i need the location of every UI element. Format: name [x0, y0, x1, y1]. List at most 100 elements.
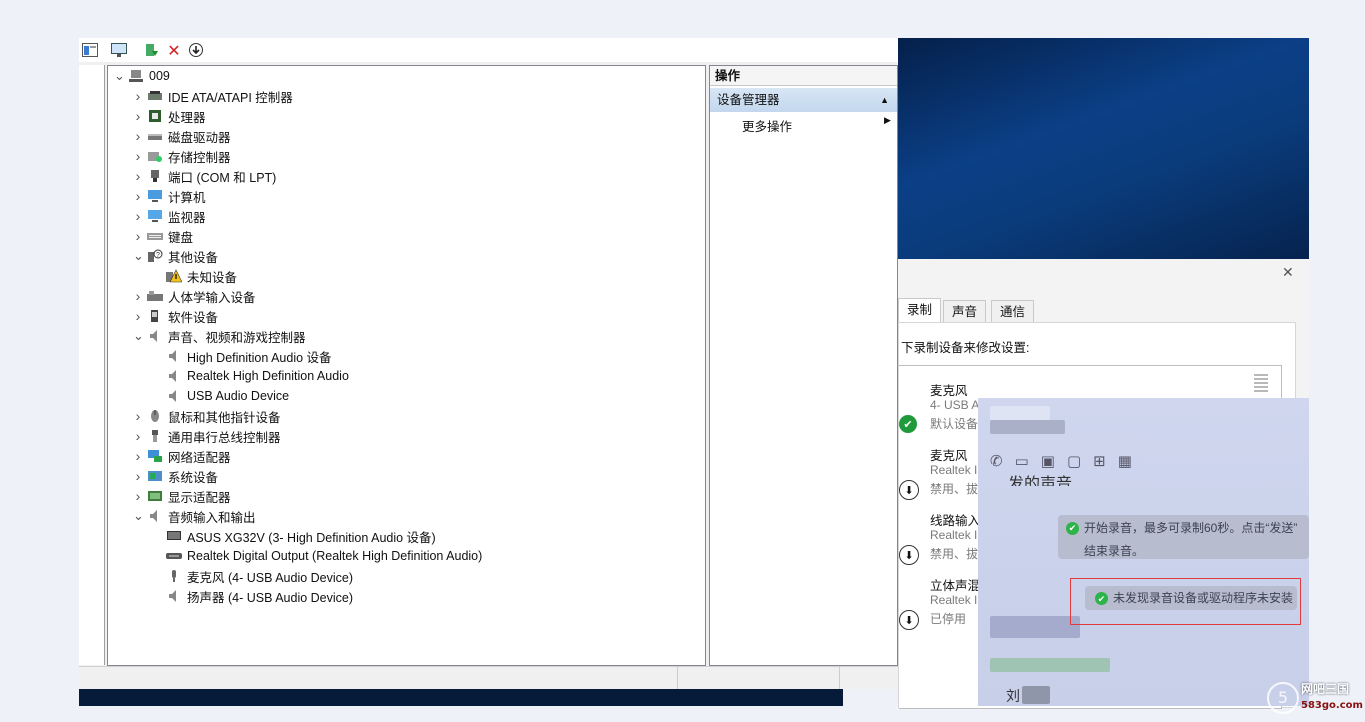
tree-item-label: Realtek Digital Output (Realtek High Def… [187, 549, 483, 563]
desktop-background [898, 38, 1309, 260]
tree-item-label: 麦克风 (4- USB Audio Device) [187, 570, 354, 585]
watermark-logo: 5 [1267, 682, 1299, 714]
tree-item[interactable]: 麦克风 (4- USB Audio Device) [152, 566, 353, 586]
chevron-down-icon[interactable]: ⌄ [133, 249, 144, 262]
chevron-right-icon[interactable]: › [133, 468, 143, 484]
tree-item-label: 磁盘驱动器 [168, 130, 231, 145]
device-name: 麦克风 [930, 384, 968, 398]
submenu-arrow-icon: ▶ [884, 116, 891, 126]
chevron-down-icon[interactable]: ⌄ [133, 329, 144, 342]
chevron-right-icon[interactable]: › [133, 168, 143, 184]
device-status: 默认设备 [930, 417, 979, 431]
tree-item[interactable]: ⌄ 009 [114, 66, 170, 86]
tree-item[interactable]: › 处理器 [133, 106, 206, 126]
tree-item[interactable]: › 键盘 [133, 226, 193, 246]
tab-communications[interactable]: 通信 [991, 300, 1035, 323]
tree-item[interactable]: › 软件设备 [133, 306, 218, 326]
tree-item[interactable]: ⌄ 音频输入和输出 [133, 506, 256, 526]
tree-item[interactable]: › 通用串行总线控制器 [133, 426, 281, 446]
tab-sounds[interactable]: 声音 [943, 300, 987, 323]
chevron-right-icon[interactable]: › [133, 308, 143, 324]
chevron-right-icon[interactable]: › [133, 408, 143, 424]
tree-item[interactable]: › 存储控制器 [133, 146, 231, 166]
device-status: 禁用、拔 [930, 482, 979, 496]
chevron-right-icon[interactable]: › [133, 128, 143, 144]
tree-item-label: USB Audio Device [187, 389, 290, 403]
uninstall-icon[interactable]: ✕ [165, 41, 183, 60]
chevron-right-icon[interactable]: › [133, 208, 143, 224]
blurred-contact [990, 616, 1080, 638]
chevron-down-icon[interactable]: ⌄ [133, 509, 144, 522]
device-name: 立体声混 [930, 579, 981, 593]
tree-item-label: IDE ATA/ATAPI 控制器 [168, 90, 293, 105]
tree-item[interactable]: › IDE ATA/ATAPI 控制器 [133, 86, 293, 106]
tree-item-label: 鼠标和其他指针设备 [168, 410, 281, 425]
tree-item[interactable]: › 网络适配器 [133, 446, 231, 466]
actions-more-label: 更多操作 [742, 120, 793, 134]
actions-device-manager[interactable]: 设备管理器 ▲ [710, 88, 897, 112]
tree-item[interactable]: 未知设备 [152, 266, 237, 286]
chevron-right-icon[interactable]: › [133, 288, 143, 304]
chevron-right-icon[interactable]: › [133, 188, 143, 204]
speaker-icon [166, 349, 182, 363]
actions-more[interactable]: 更多操作 [742, 116, 792, 135]
tree-item[interactable]: USB Audio Device [152, 386, 289, 406]
mouse-icon [147, 409, 163, 423]
tree-item[interactable]: › 端口 (COM 和 LPT) [133, 166, 277, 186]
close-icon[interactable]: ✕ [1282, 265, 1294, 281]
tree-item[interactable]: High Definition Audio 设备 [152, 346, 332, 366]
chevron-right-icon[interactable]: › [133, 448, 143, 464]
tree-item[interactable]: Realtek High Definition Audio [152, 366, 349, 386]
device-manager-window: ✕ ⌄ 009 › IDE ATA/ATAPI 控制器 › 处理器 › 磁盘驱动器 › 存储控制器… [79, 38, 898, 689]
tree-item[interactable]: › 监视器 [133, 206, 206, 226]
disable-icon[interactable] [187, 41, 205, 59]
tree-item[interactable]: › 人体学输入设备 [133, 286, 256, 306]
left-pane [79, 65, 105, 665]
tab-recording[interactable]: 录制 [898, 298, 942, 323]
system-icon [147, 469, 163, 483]
tree-item-label: 声音、视频和游戏控制器 [168, 330, 306, 345]
tree-item[interactable]: › 鼠标和其他指针设备 [133, 406, 281, 426]
tree-item[interactable]: › 系统设备 [133, 466, 218, 486]
svg-text:?: ? [156, 252, 160, 259]
chevron-right-icon[interactable]: › [133, 88, 143, 104]
status-bar [79, 666, 898, 689]
message-line2: 结束录音。 [1084, 544, 1145, 558]
tree-item[interactable]: Realtek Digital Output (Realtek High Def… [152, 546, 482, 566]
watermark-line1: 网吧三国 [1301, 682, 1350, 696]
console-tree-icon[interactable] [81, 41, 99, 59]
update-driver-icon[interactable] [142, 41, 160, 59]
chevron-down-icon[interactable]: ⌄ [114, 69, 125, 82]
tree-item[interactable]: ASUS XG32V (3- High Definition Audio 设备) [152, 526, 436, 546]
tree-item[interactable]: ⌄? 其他设备 [133, 246, 218, 266]
tree-item-label: 人体学输入设备 [168, 290, 256, 305]
blurred-avatar [990, 406, 1050, 420]
chevron-right-icon[interactable]: › [133, 148, 143, 164]
tree-item[interactable]: 扬声器 (4- USB Audio Device) [152, 586, 353, 606]
chevron-right-icon[interactable]: › [133, 228, 143, 244]
pc-icon [147, 189, 163, 203]
speaker-icon [147, 509, 163, 523]
tree-item[interactable]: › 磁盘驱动器 [133, 126, 231, 146]
chat-window: ✆ ▭ ▣ ▢ ⊞ ▦ 发的声音 ✔ 开始录音，最多可录制60秒。点击“发送” 结… [978, 398, 1309, 706]
storage-icon [147, 149, 163, 163]
software-icon [147, 309, 163, 323]
tree-item[interactable]: › 显示适配器 [133, 486, 231, 506]
actions-pane: 操作 设备管理器 ▲ 更多操作 ▶ [709, 65, 898, 666]
chevron-right-icon[interactable]: › [133, 108, 143, 124]
chevron-right-icon[interactable]: › [133, 488, 143, 504]
warning-icon [166, 269, 183, 283]
disabled-arrow-icon: ⬇ [899, 610, 919, 630]
tab-sounds-label: 声音 [952, 305, 978, 319]
phone-icon[interactable]: ✆ [990, 452, 1003, 470]
remote-assist-icon[interactable]: ⊞ [1093, 452, 1106, 470]
tree-item[interactable]: › 计算机 [133, 186, 206, 206]
device-tree[interactable]: ⌄ 009 › IDE ATA/ATAPI 控制器 › 处理器 › 磁盘驱动器 › 存储控制器 › 端… [107, 65, 706, 666]
speaker-icon [147, 329, 163, 343]
tree-item-label: ASUS XG32V (3- High Definition Audio 设备) [187, 530, 436, 545]
collapse-arrow-icon[interactable]: ▲ [880, 88, 889, 112]
apps-grid-icon[interactable]: ▦ [1118, 452, 1132, 470]
monitor-icon[interactable] [110, 41, 128, 59]
tree-item[interactable]: ⌄ 声音、视频和游戏控制器 [133, 326, 306, 346]
chevron-right-icon[interactable]: › [133, 428, 143, 444]
